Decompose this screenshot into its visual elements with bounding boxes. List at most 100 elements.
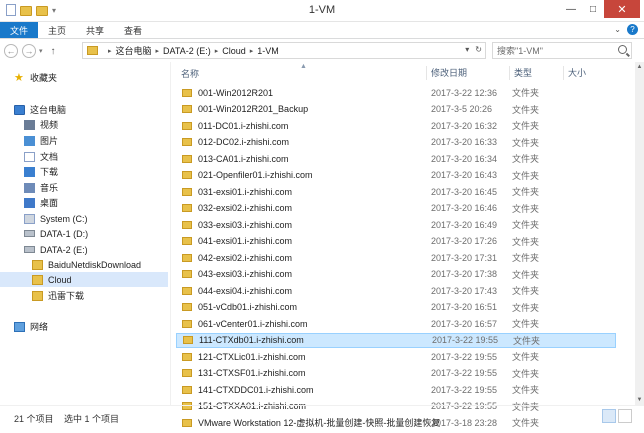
sidebar-item-desktop[interactable]: 桌面 [24,195,192,210]
column-name[interactable]: 名称 [181,67,199,80]
close-button[interactable]: ✕ [604,0,640,18]
breadcrumb-1vm[interactable]: 1-VM [257,46,279,56]
refresh-icon[interactable]: ↻ [475,45,482,54]
file-date: 2017-3-5 20:26 [431,104,493,114]
tab-file[interactable]: 文件 [0,22,39,38]
file-name: 001-Win2012R201 [182,88,273,98]
file-date: 2017-3-20 16:46 [431,203,498,213]
file-date: 2017-3-20 17:38 [431,269,498,279]
drive-icon [24,246,35,253]
maximize-button[interactable]: □ [582,0,604,18]
file-row[interactable]: 021-Openfiler01.i-zhishi.com 2017-3-20 16… [176,168,616,183]
computer-icon [14,104,25,115]
tab-view[interactable]: 查看 [114,22,152,38]
file-list: ▲ 名称 修改日期 类型 大小 001-Win2012R201 2017-3-22… [171,62,635,428]
chevron-right-icon[interactable]: ▸ [250,47,254,55]
up-button[interactable]: ↑ [51,46,56,57]
file-row[interactable]: 051-vCdb01.i-zhishi.com 2017-3-20 16:51 文件… [176,300,616,315]
chevron-right-icon[interactable]: ▸ [108,47,112,55]
breadcrumb-this-pc[interactable]: 这台电脑 [116,44,152,57]
file-row[interactable]: 001-Win2012R201 2017-3-22 12:36 文件夹 [176,85,616,100]
scroll-down-icon[interactable]: ▼ [635,395,644,405]
back-button[interactable]: ← [4,44,18,58]
file-row[interactable]: 131-CTXSF01.i-zhishi.com 2017-3-22 19:55 文… [176,366,616,381]
tab-share[interactable]: 共享 [76,22,114,38]
column-size[interactable]: 大小 [563,66,586,80]
file-date: 2017-3-22 19:55 [432,335,499,345]
file-name: 041-exsi01.i-zhishi.com [182,236,292,246]
sidebar-item-system-c[interactable]: System (C:) [24,211,192,226]
file-type: 文件夹 [513,335,541,346]
file-date: 2017-3-20 17:31 [431,252,498,263]
address-bar[interactable]: ▸ 这台电脑 ▸ DATA-2 (E:) ▸ Cloud ▸ 1-VM ▾ ↻ [82,42,486,59]
sidebar-item-documents[interactable]: 文档 [24,149,192,164]
file-name-text: 043-exsi03.i-zhishi.com [198,269,293,279]
sidebar-item-label: 文档 [40,152,59,162]
expand-ribbon-icon[interactable]: ⌄ [614,25,621,34]
file-row[interactable]: 111-CTXdb01.i-zhishi.com 2017-3-22 19:55 文… [176,332,616,348]
ribbon-tabs: 文件 主页 共享 查看 ⌄ ? [0,22,644,39]
search-icon[interactable] [618,45,627,54]
file-row[interactable]: 033-exsi03.i-zhishi.com 2017-3-20 16:49 文件… [176,217,616,232]
documents-folder-icon [24,151,35,162]
breadcrumb-cloud[interactable]: Cloud [222,46,246,56]
vertical-scrollbar[interactable]: ▲ ▼ [635,62,644,405]
sidebar-item-videos[interactable]: 视频 [24,117,192,132]
forward-button[interactable]: → [22,44,36,58]
status-bar: 21 个项目 选中 1 个项目 [0,405,644,427]
sidebar-item-this-pc[interactable]: 这台电脑 [14,102,182,117]
file-row[interactable]: 061-vCenter01.i-zhishi.com 2017-3-20 16:5… [176,316,616,331]
file-row[interactable]: 041-exsi01.i-zhishi.com 2017-3-20 17:26 文件… [176,234,616,249]
sidebar-item-favorites[interactable]: ★ 收藏夹 [14,70,182,85]
file-row[interactable]: 012-DC02.i-zhishi.com 2017-3-20 16:33 文件夹 [176,135,616,150]
file-type: 文件夹 [512,236,540,247]
sidebar-item-pictures[interactable]: 图片 [24,133,192,148]
column-date[interactable]: 修改日期 [426,66,467,80]
file-row[interactable]: 042-exsi02.i-zhishi.com 2017-3-20 17:31 文件… [176,250,616,265]
large-icons-view-icon[interactable] [618,409,632,423]
sidebar-item-data1-d[interactable]: DATA-1 (D:) [24,226,192,241]
file-row[interactable]: 044-exsi04.i-zhishi.com 2017-3-20 17:43 文件… [176,283,616,298]
file-row[interactable]: 032-exsi02.i-zhishi.com 2017-3-20 16:46 文件… [176,201,616,216]
file-name-text: 051-vCdb01.i-zhishi.com [198,302,298,312]
file-row[interactable]: 011-DC01.i-zhishi.com 2017-3-20 16:32 文件夹 [176,118,616,133]
file-type: 文件夹 [512,253,540,263]
file-row[interactable]: 013-CA01.i-zhishi.com 2017-3-20 16:34 文件夹 [176,151,616,166]
help-icon[interactable]: ? [627,24,638,35]
file-row[interactable]: 031-exsi01.i-zhishi.com 2017-3-20 16:45 文件… [176,184,616,199]
sort-ascending-icon: ▲ [300,63,307,70]
column-type[interactable]: 类型 [509,66,532,80]
breadcrumb-data2[interactable]: DATA-2 (E:) [163,46,211,56]
sidebar-item-downloads[interactable]: 下载 [24,164,192,179]
minimize-button[interactable]: — [560,0,582,18]
file-type: 文件夹 [512,121,540,131]
sidebar-item-music[interactable]: 音乐 [24,180,192,195]
recent-locations-icon[interactable]: ▾ [39,47,43,55]
details-view-icon[interactable] [602,409,616,423]
file-row[interactable]: 001-Win2012R201_Backup 2017-3-5 20:26 文件夹 [176,102,616,117]
tab-home[interactable]: 主页 [38,22,76,38]
file-row[interactable]: 043-exsi03.i-zhishi.com 2017-3-20 17:38 文件… [176,267,616,282]
file-type: 文件夹 [512,88,540,98]
scroll-up-icon[interactable]: ▲ [635,62,644,72]
file-date: 2017-3-22 19:55 [431,351,498,362]
chevron-right-icon[interactable]: ▸ [156,47,160,55]
file-date: 2017-3-20 17:26 [431,236,498,246]
file-row[interactable]: 141-CTXDDC01.i-zhishi.com 2017-3-22 19:55… [176,382,616,397]
file-date: 2017-3-20 16:32 [431,120,498,131]
file-name-text: 042-exsi02.i-zhishi.com [198,252,293,263]
sidebar-item-network[interactable]: 网络 [14,319,182,334]
chevron-right-icon[interactable]: ▸ [215,47,219,55]
file-name-text: 044-exsi04.i-zhishi.com [198,285,293,296]
sidebar-item-label: 视频 [40,120,59,130]
file-name-text: 001-Win2012R201_Backup [198,104,309,114]
file-type: 文件夹 [512,203,540,214]
file-name-text: 012-DC02.i-zhishi.com [198,137,290,147]
sidebar-item-data2-e[interactable]: DATA-2 (E:) [24,242,192,257]
address-dropdown-icon[interactable]: ▾ [465,45,469,54]
desktop-folder-icon [24,197,35,208]
file-row[interactable]: 121-CTXLic01.i-zhishi.com 2017-3-22 19:55… [176,349,616,364]
search-input[interactable]: 搜索"1-VM" [492,42,632,59]
sidebar-item-cloud[interactable]: Cloud [0,272,168,287]
file-name: 042-exsi02.i-zhishi.com [182,253,292,263]
